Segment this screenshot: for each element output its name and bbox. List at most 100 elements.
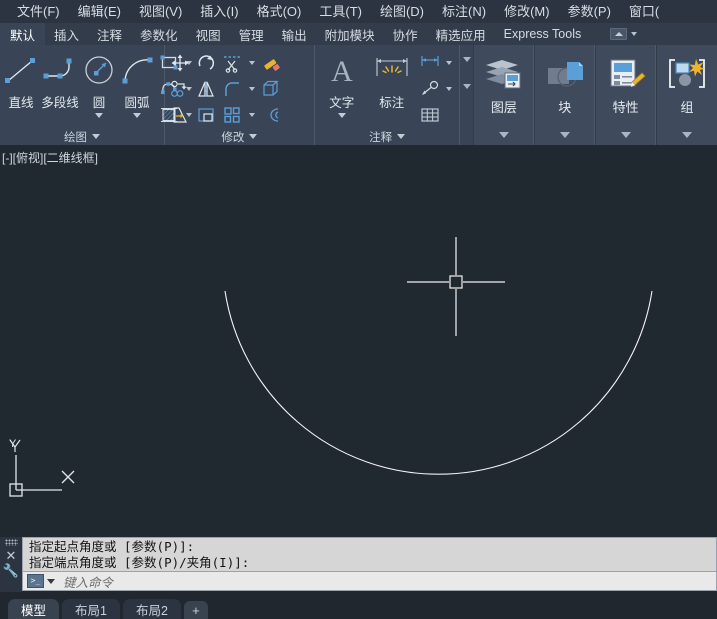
panel-switch-icon[interactable] bbox=[610, 28, 628, 40]
tool-array[interactable] bbox=[219, 102, 245, 128]
panel-annotation-label-text: 注释 bbox=[369, 131, 393, 144]
tab-manage[interactable]: 管理 bbox=[230, 23, 273, 45]
panel-block[interactable]: 块 bbox=[534, 45, 596, 145]
tab-annotate[interactable]: 注释 bbox=[88, 23, 131, 45]
menu-insert[interactable]: 插入(I) bbox=[191, 0, 247, 23]
tab-featured-apps[interactable]: 精选应用 bbox=[427, 23, 495, 45]
menu-view[interactable]: 视图(V) bbox=[130, 0, 191, 23]
tool-arc[interactable]: 圆弧 bbox=[118, 49, 156, 118]
tool-leader-dropdown-icon[interactable] bbox=[443, 76, 456, 102]
ribbon-overflow-carets[interactable] bbox=[460, 45, 474, 145]
ribbon-panel-switcher[interactable] bbox=[604, 23, 643, 45]
ribbon-overflow-caret-1-icon[interactable] bbox=[462, 57, 471, 62]
tab-addins[interactable]: 附加模块 bbox=[316, 23, 384, 45]
panel-modify-expand-icon[interactable] bbox=[249, 134, 258, 139]
tool-offset[interactable] bbox=[258, 102, 284, 128]
panel-annotation-label[interactable]: 注释 bbox=[315, 128, 460, 145]
menu-file[interactable]: 文件(F) bbox=[8, 0, 69, 23]
tool-text-dropdown-icon[interactable] bbox=[337, 113, 346, 118]
menu-draw[interactable]: 绘图(D) bbox=[371, 0, 433, 23]
tool-dimension[interactable]: 标注 bbox=[367, 49, 417, 111]
panel-annotation-expand-icon[interactable] bbox=[397, 134, 406, 139]
tool-copy[interactable] bbox=[167, 76, 193, 102]
tool-fillet-dropdown-icon[interactable] bbox=[245, 76, 258, 102]
command-prompt-dropdown-icon[interactable] bbox=[47, 578, 55, 584]
block-icon bbox=[543, 54, 587, 94]
chevron-down-icon[interactable] bbox=[631, 32, 638, 36]
tool-solid-edit[interactable] bbox=[258, 76, 284, 102]
panel-properties[interactable]: 特性 bbox=[595, 45, 657, 145]
tab-collaborate[interactable]: 协作 bbox=[384, 23, 427, 45]
drag-handle-icon[interactable] bbox=[4, 539, 18, 546]
arc-entity[interactable] bbox=[224, 290, 653, 475]
doc-tab-model[interactable]: 模型 bbox=[8, 599, 60, 619]
menu-bar: 文件(F) 编辑(E) 视图(V) 插入(I) 格式(O) 工具(T) 绘图(D… bbox=[0, 0, 717, 23]
menu-modify[interactable]: 修改(M) bbox=[495, 0, 559, 23]
tool-linear-dimension[interactable] bbox=[417, 50, 443, 76]
tool-dimension-label: 标注 bbox=[379, 96, 405, 110]
tool-mirror[interactable] bbox=[193, 76, 219, 102]
table-icon bbox=[421, 108, 439, 122]
tool-rotate[interactable] bbox=[193, 50, 219, 76]
tool-trim-dropdown-icon[interactable] bbox=[245, 50, 258, 76]
menu-edit[interactable]: 编辑(E) bbox=[69, 0, 130, 23]
wrench-icon[interactable]: 🔧 bbox=[3, 563, 19, 578]
panel-group[interactable]: 组 bbox=[656, 45, 717, 145]
tool-stretch[interactable] bbox=[167, 102, 193, 128]
leader-icon bbox=[421, 80, 438, 95]
offset-icon bbox=[270, 108, 279, 122]
tool-line-label: 直线 bbox=[8, 96, 34, 110]
tab-view[interactable]: 视图 bbox=[187, 23, 230, 45]
tab-default[interactable]: 默认 bbox=[0, 23, 46, 45]
panel-layers-dropdown-icon[interactable] bbox=[498, 132, 509, 138]
tool-circle[interactable]: 圆 bbox=[80, 49, 118, 118]
menu-dimension[interactable]: 标注(N) bbox=[433, 0, 495, 23]
panel-block-label: 块 bbox=[558, 100, 572, 115]
doc-tab-layout2[interactable]: 布局2 bbox=[122, 599, 181, 619]
panel-layers[interactable]: 图层 bbox=[473, 45, 535, 145]
menu-parametric[interactable]: 参数(P) bbox=[559, 0, 620, 23]
tool-polyline[interactable]: 多段线 bbox=[40, 49, 80, 111]
command-input-row[interactable]: >_ 键入命令 bbox=[22, 571, 717, 591]
command-history[interactable]: 指定起点角度或 [参数(P)]: 指定端点角度或 [参数(P)/夹角(I)]: bbox=[22, 537, 717, 571]
drawing-canvas[interactable]: [-][俯视][二维线框] Y bbox=[0, 145, 717, 537]
trim-icon bbox=[224, 56, 240, 73]
tool-table[interactable] bbox=[417, 102, 443, 128]
add-layout-button[interactable]: + bbox=[183, 601, 208, 619]
solid-edit-icon bbox=[263, 80, 279, 96]
tool-erase[interactable] bbox=[258, 50, 284, 76]
tool-text[interactable]: A 文字 bbox=[317, 49, 367, 118]
tool-leader[interactable] bbox=[417, 76, 443, 102]
panel-group-dropdown-icon[interactable] bbox=[682, 132, 693, 138]
tool-fillet[interactable] bbox=[219, 76, 245, 102]
tab-express-tools[interactable]: Express Tools bbox=[495, 23, 591, 45]
tab-output[interactable]: 输出 bbox=[273, 23, 316, 45]
panel-block-dropdown-icon[interactable] bbox=[559, 132, 570, 138]
tool-table-spacer bbox=[443, 102, 456, 128]
menu-tools[interactable]: 工具(T) bbox=[310, 0, 371, 23]
tool-move[interactable] bbox=[167, 50, 193, 76]
panel-draw-expand-icon[interactable] bbox=[92, 134, 100, 139]
menu-format[interactable]: 格式(O) bbox=[248, 0, 311, 23]
dimension-icon bbox=[372, 51, 412, 91]
tool-trim[interactable] bbox=[219, 50, 245, 76]
doc-tab-layout1[interactable]: 布局1 bbox=[62, 599, 120, 619]
panel-modify-label[interactable]: 修改 bbox=[165, 128, 314, 145]
tool-scale[interactable] bbox=[193, 102, 219, 128]
panel-properties-dropdown-icon[interactable] bbox=[620, 132, 631, 138]
tab-insert[interactable]: 插入 bbox=[45, 23, 88, 45]
line-icon bbox=[2, 51, 40, 91]
close-icon[interactable]: ✕ bbox=[6, 548, 17, 563]
tool-circle-dropdown-icon[interactable] bbox=[95, 113, 103, 118]
command-history-line-1: 指定起点角度或 [参数(P)]: bbox=[29, 539, 195, 554]
tool-array-dropdown-icon[interactable] bbox=[245, 102, 258, 128]
panel-draw-label[interactable]: 绘图 bbox=[0, 128, 164, 145]
command-input[interactable]: 键入命令 bbox=[63, 572, 113, 591]
tab-parametric[interactable]: 参数化 bbox=[131, 23, 187, 45]
ribbon-overflow-caret-2-icon[interactable] bbox=[462, 84, 471, 89]
command-prompt-icon[interactable]: >_ bbox=[27, 574, 44, 588]
tool-line[interactable]: 直线 bbox=[2, 49, 40, 111]
menu-window[interactable]: 窗口( bbox=[620, 0, 668, 23]
tool-linear-dimension-dropdown-icon[interactable] bbox=[443, 50, 456, 76]
tool-arc-dropdown-icon[interactable] bbox=[133, 113, 141, 118]
